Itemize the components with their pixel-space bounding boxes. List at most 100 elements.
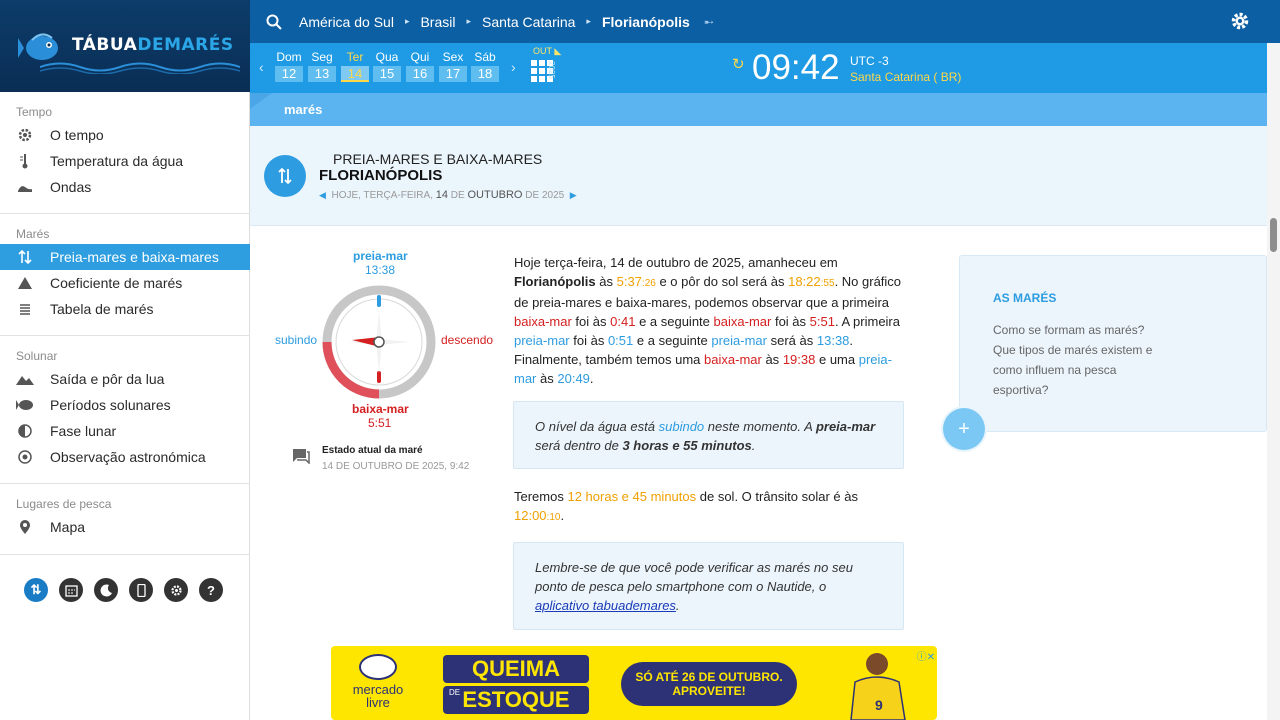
day-name: Qua — [375, 50, 399, 64]
text: O nível da água está — [535, 419, 655, 434]
next-week-arrow-icon[interactable]: › — [511, 59, 516, 75]
tide-dial: preia-mar 13:38 subindo descendo baixa-m… — [265, 246, 505, 476]
site-logo[interactable]: TÁBUADEMARÉS — [0, 0, 250, 92]
solar-transit-time: 12:00:10 — [514, 508, 560, 523]
settings-icon[interactable] — [164, 578, 188, 602]
ad-headline: ESTOQUE — [443, 686, 589, 714]
prev-week-arrow-icon[interactable]: ‹ — [259, 59, 264, 75]
date-navigator: ◀ HOJE, TERÇA-FEIRA, 14 DE OUTUBRO DE 20… — [319, 189, 577, 201]
sidebar-item-label: Mapa — [50, 519, 86, 535]
section-strip: marés — [250, 93, 1267, 126]
month-label[interactable]: OUT ◣ — [533, 46, 561, 57]
breadcrumb-item[interactable]: Brasil — [420, 14, 455, 30]
day-tab[interactable]: Sex 17 — [439, 49, 467, 82]
day-date: 13 — [308, 66, 336, 82]
app-link[interactable]: aplicativo tabuademares — [535, 598, 676, 613]
nav-section-lugares: Lugares de pesca Mapa — [0, 494, 250, 540]
ad-banner[interactable]: mercado livre QUEIMA ESTOQUE DE SÓ ATÉ 2… — [331, 646, 937, 720]
low-tide-time: 19:38 — [782, 352, 816, 367]
thermometer-icon — [16, 152, 34, 170]
sidebar-item-preia-mares[interactable]: Preia-mares e baixa-mares — [0, 244, 250, 270]
sidebar-item-coeficiente[interactable]: Coeficiente de marés — [0, 270, 250, 296]
day-name: Sáb — [474, 50, 496, 64]
sun-duration-text: Teremos 12 horas e 45 minutos de sol. O … — [514, 487, 906, 527]
day-tab[interactable]: Seg 13 — [308, 49, 336, 82]
day-date: 14 — [341, 66, 369, 82]
calendar-icon[interactable] — [59, 578, 83, 602]
high-tide-word: preia-mar — [711, 333, 767, 348]
text: de sol. O trânsito solar é às — [699, 489, 858, 504]
tides-icon[interactable]: ⇅ — [24, 578, 48, 602]
text: será às — [770, 333, 814, 348]
mountains-icon — [16, 370, 34, 388]
text: . — [560, 508, 565, 523]
day-tab[interactable]: Dom 12 — [275, 49, 303, 82]
water-level-notice: O nível da água está subindo neste momen… — [513, 401, 904, 469]
search-icon[interactable] — [266, 14, 282, 30]
sidebar-item-o-tempo[interactable]: O tempo — [0, 122, 250, 148]
scrollbar-track[interactable] — [1267, 43, 1280, 720]
ad-brand: mercado livre — [352, 682, 404, 710]
sidebar-item-periodos[interactable]: Períodos solunares — [0, 392, 250, 418]
expand-plus-button[interactable]: + — [943, 408, 985, 450]
region-link[interactable]: Santa Catarina ( BR) — [850, 70, 961, 84]
day-tab[interactable]: Qua 15 — [373, 49, 401, 82]
high-tide-time: 20:49 — [557, 371, 590, 386]
sidebar: TÁBUADEMARÉS Tempo O tempo Temperatura d… — [0, 0, 250, 720]
sidebar-item-temperatura[interactable]: Temperatura da água — [0, 148, 250, 174]
day-tab[interactable]: Qui 16 — [406, 49, 434, 82]
day-tab-active[interactable]: Ter 14 — [341, 49, 369, 82]
low-tide-time: 5:51 — [809, 314, 835, 329]
text: . A primeira — [834, 314, 900, 329]
refresh-icon[interactable]: ↻ — [732, 55, 745, 73]
dial-low-time: 5:51 — [368, 416, 392, 430]
high-tide-word: preia-mar — [815, 419, 876, 434]
ad-de: DE — [449, 688, 461, 697]
moon-icon[interactable] — [94, 578, 118, 602]
tide-description: Hoje terça-feira, 14 de outubro de 2025,… — [514, 253, 906, 388]
nav-heading: Solunar — [16, 349, 58, 363]
ad-choices-icon[interactable]: ⓘ✕ — [917, 648, 935, 663]
breadcrumb-item[interactable]: América do Sul — [299, 14, 394, 30]
sidebar-item-observacao[interactable]: Observação astronómica — [0, 444, 250, 470]
prev-day-arrow-icon[interactable]: ◀ — [319, 190, 326, 201]
current-time: 09:42 — [752, 48, 840, 87]
high-tide-time: 0:51 — [607, 333, 634, 348]
dial-low-label: baixa-mar — [352, 402, 409, 416]
text: às — [540, 371, 554, 386]
text: e a seguinte — [636, 333, 708, 348]
sunset-time: 18:22:55 — [788, 274, 834, 289]
help-icon[interactable]: ? — [199, 578, 223, 602]
sunrise-time: 5:37:26 — [617, 274, 656, 289]
tide-state: subindo — [658, 419, 705, 434]
sidebar-item-tabela[interactable]: Tabela de marés — [0, 296, 250, 322]
sidebar-item-saida-lua[interactable]: Saída e pôr da lua — [0, 366, 250, 392]
utc-offset: UTC -3 — [850, 54, 889, 68]
nav-section-solunar: Solunar Saída e pôr da lua Períodos solu… — [0, 346, 250, 470]
breadcrumb-item[interactable]: Santa Catarina — [482, 14, 575, 30]
text: neste momento. A — [707, 419, 813, 434]
scrollbar-thumb[interactable] — [1270, 218, 1277, 252]
share-arrow-icon[interactable]: ➸ — [704, 15, 714, 29]
dial-high-label: preia-mar — [353, 249, 408, 263]
sidebar-item-fase-lunar[interactable]: Fase lunar — [0, 418, 250, 444]
as-mares-card[interactable]: AS MARÉS Como se formam as marés? Que ti… — [959, 255, 1267, 432]
sidebar-item-ondas[interactable]: Ondas — [0, 174, 250, 200]
card-body: Como se formam as marés? Que tipos de ma… — [993, 323, 1153, 397]
half-moon-icon — [16, 422, 34, 440]
year-label: 2025 — [547, 61, 556, 79]
handshake-icon — [359, 654, 397, 680]
next-day-arrow-icon[interactable]: ▶ — [570, 190, 577, 201]
low-tide-word: baixa-mar — [704, 352, 762, 367]
day-name: Qui — [410, 50, 430, 64]
sidebar-item-mapa[interactable]: Mapa — [0, 514, 250, 540]
dial-high-time: 13:38 — [365, 263, 396, 277]
text: e a seguinte — [639, 314, 710, 329]
text: . — [589, 371, 594, 386]
phone-icon[interactable] — [129, 578, 153, 602]
day-tab[interactable]: Sáb 18 — [471, 49, 499, 82]
breadcrumb-separator-icon: ▸ — [586, 16, 591, 26]
settings-gear-icon[interactable] — [1230, 11, 1250, 31]
sidebar-item-label: O tempo — [50, 127, 104, 143]
sidebar-item-label: Temperatura da água — [50, 153, 184, 169]
